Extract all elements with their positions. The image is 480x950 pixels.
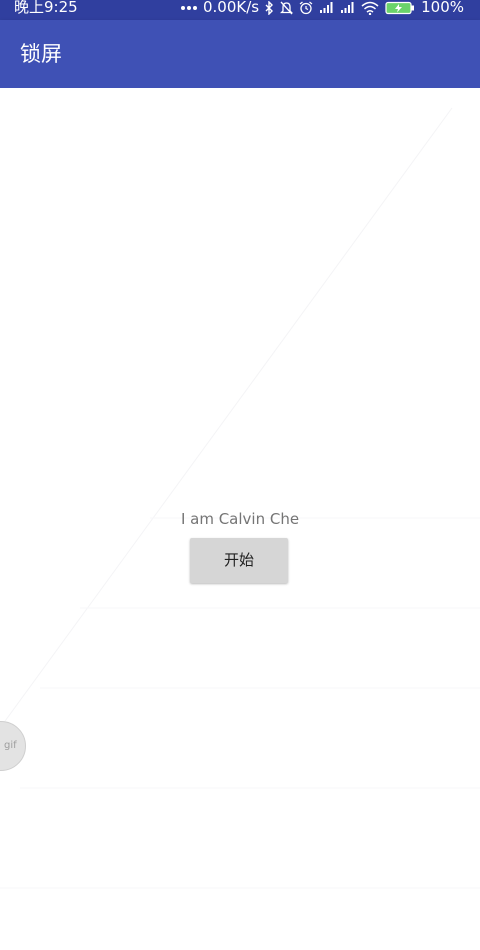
app-bar: 锁屏 <box>0 20 480 88</box>
gif-label: gif <box>4 740 17 751</box>
battery-charging-icon <box>385 1 415 15</box>
network-speed: 0.00K/s <box>203 0 260 16</box>
bluetooth-icon <box>265 0 274 15</box>
start-button[interactable]: 开始 <box>190 538 288 583</box>
page-title: 锁屏 <box>20 42 62 66</box>
signal-icon <box>319 1 334 14</box>
greeting-text: I am Calvin Che <box>180 510 300 528</box>
mute-icon <box>280 1 294 15</box>
status-icons: 0.00K/s 100% <box>181 0 464 15</box>
alarm-icon <box>299 1 313 15</box>
battery-percent: 100% <box>421 0 464 16</box>
wifi-icon <box>361 1 379 15</box>
more-dots-icon <box>181 5 197 11</box>
status-time: 晚上9:25 <box>14 0 78 16</box>
signal-icon <box>340 1 355 14</box>
phone-screen: 晚上9:25 0.00K/s 100% 锁屏 I am Calvin Che 开… <box>0 0 480 950</box>
status-bar: 晚上9:25 0.00K/s 100% <box>0 0 480 20</box>
